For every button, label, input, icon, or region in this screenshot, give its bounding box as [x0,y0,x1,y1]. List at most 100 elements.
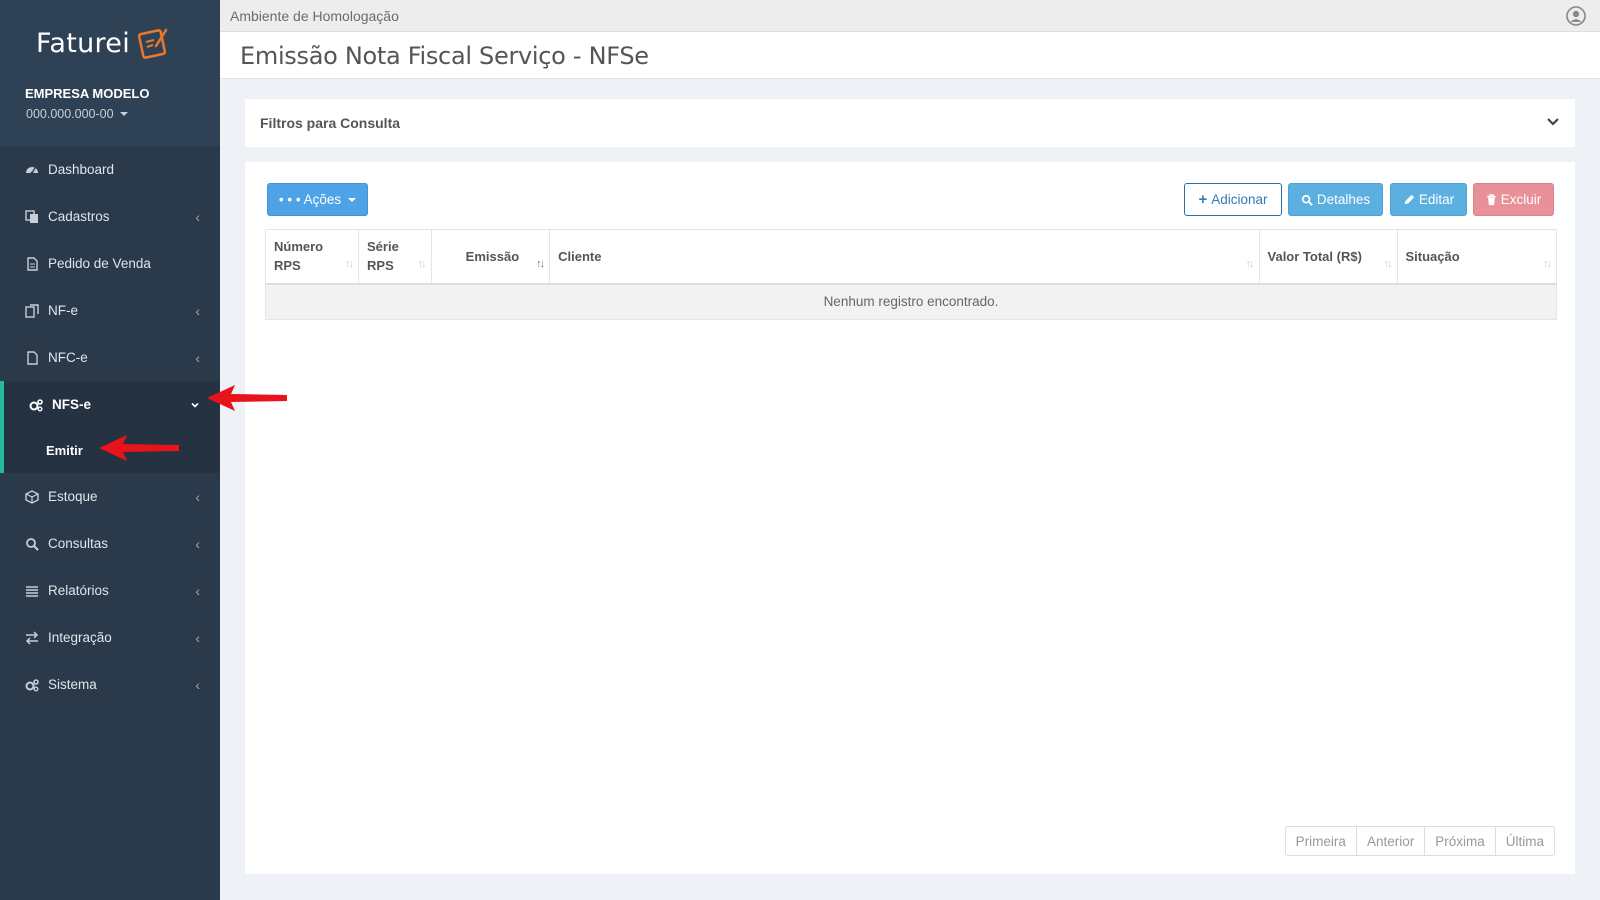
docs-icon [25,303,39,318]
plus-icon: + [1198,191,1208,208]
copy-icon [25,209,39,224]
details-label: Detalhes [1316,192,1371,207]
chevron-left-icon: ‹ [195,629,200,646]
column-header-valor-total[interactable]: Valor Total (R$) ↑↓ [1258,229,1398,285]
sidebar-item-consultas[interactable]: Consultas ‹ [0,520,220,567]
caret-down-icon [119,112,128,116]
sidebar-menu: Dashboard Cadastros ‹ Pedido de Venda NF… [0,146,220,708]
sort-desc-icon: ↑↓ [536,257,545,270]
table-row: Nenhum registro encontrado. [265,283,1557,320]
page-title: Emissão Nota Fiscal Serviço - NFSe [240,42,649,70]
logo[interactable]: Faturei [36,26,170,60]
column-header-emissao[interactable]: Emissão ↑↓ [430,229,551,285]
chevron-down-icon[interactable] [1545,113,1561,129]
chevron-left-icon: ‹ [195,535,200,552]
details-button[interactable]: Detalhes [1288,183,1383,216]
pagination-last[interactable]: Última [1494,827,1554,855]
add-label: Adicionar [1211,192,1268,207]
sidebar-item-label: Estoque [48,489,98,504]
file-icon [25,350,39,365]
delete-label: Excluir [1500,192,1542,207]
search-icon [25,537,39,551]
brand-area: Faturei EMPRESA MODELO 000.000.000-00 [0,0,220,146]
logo-text: Faturei [36,27,131,59]
sidebar-item-estoque[interactable]: Estoque ‹ [0,473,220,520]
edit-button[interactable]: Editar [1390,183,1467,216]
sort-icon: ↑↓ [1543,257,1552,270]
annotation-arrow-icon [99,435,179,461]
pagination-first[interactable]: Primeira [1285,827,1356,855]
sort-icon: ↑↓ [417,257,427,270]
chevron-left-icon: ‹ [195,488,200,505]
caret-down-icon [348,197,357,202]
sidebar-item-nfce[interactable]: NFC-e ‹ [0,334,220,381]
chevron-left-icon: ‹ [195,349,200,366]
sidebar-item-dashboard[interactable]: Dashboard [0,146,220,193]
actions-dropdown-button[interactable]: • • • Ações [267,183,368,216]
sidebar-item-label: NFC-e [48,350,88,365]
annotation-arrow-icon [207,385,287,411]
search-icon [1301,194,1313,206]
add-button[interactable]: + Adicionar [1184,183,1282,216]
nfse-table: Número RPS ↑↓ Série RPS ↑↓ Emissão ↑↓ Cl… [264,229,1557,320]
company-selector[interactable]: 000.000.000-00 [26,107,128,121]
empty-table-message: Nenhum registro encontrado. [265,283,1557,320]
column-label: Situação [1405,248,1460,264]
actions-label: • • • Ações [278,192,342,207]
sidebar-item-relatorios[interactable]: Relatórios ‹ [0,567,220,614]
gears-icon [29,398,43,412]
sidebar-item-label: Relatórios [48,583,109,598]
sidebar-item-label: NFS-e [52,397,92,412]
results-panel: • • • Ações + Adicionar Detalhes Editar … [245,162,1575,874]
sidebar-item-label: Sistema [48,677,97,692]
sidebar-item-cadastros[interactable]: Cadastros ‹ [0,193,220,240]
filter-panel[interactable]: Filtros para Consulta [245,99,1575,147]
column-label: Valor Total (R$) [1267,248,1362,264]
sort-icon: ↑↓ [1383,257,1393,270]
chevron-down-icon [190,397,200,413]
company-name: EMPRESA MODELO [25,86,150,101]
logo-mark-icon [137,28,168,59]
column-header-numero-rps[interactable]: Número RPS ↑↓ [264,229,360,285]
column-label: Número RPS [274,239,324,274]
sidebar-item-nfe[interactable]: NF-e ‹ [0,287,220,334]
list-icon [25,584,39,598]
column-label: Cliente [558,248,602,264]
column-label: Emissão [465,248,520,264]
sidebar-item-nfse[interactable]: NFS-e [0,381,220,428]
cube-icon [25,489,39,504]
delete-button[interactable]: Excluir [1473,183,1554,216]
column-header-situacao[interactable]: Situação ↑↓ [1396,229,1557,285]
sidebar-item-label: Consultas [48,536,109,551]
pagination-next[interactable]: Próxima [1424,827,1495,855]
sort-icon: ↑↓ [345,257,354,270]
pagination-previous[interactable]: Anterior [1355,827,1425,855]
sidebar-item-label: NF-e [48,303,78,318]
chevron-left-icon: ‹ [195,676,200,693]
sidebar-item-label: Dashboard [48,162,115,177]
sidebar-item-label: Integração [48,630,112,645]
top-bar: Ambiente de Homologação [220,0,1600,32]
title-bar: Emissão Nota Fiscal Serviço - NFSe [220,32,1600,79]
document-icon [25,256,39,271]
environment-label: Ambiente de Homologação [230,8,399,24]
trash-icon [1486,193,1496,205]
exchange-icon [25,630,39,645]
column-header-serie-rps[interactable]: Série RPS ↑↓ [358,229,432,285]
pencil-icon [1404,194,1415,204]
sidebar-item-label: Pedido de Venda [48,256,151,271]
chevron-left-icon: ‹ [195,208,200,225]
edit-label: Editar [1418,192,1455,207]
company-id: 000.000.000-00 [26,107,114,121]
user-avatar-icon[interactable] [1566,6,1586,26]
sort-icon: ↑↓ [1245,257,1255,270]
column-label: Série RPS [367,239,399,274]
chevron-left-icon: ‹ [195,302,200,319]
sidebar-item-integracao[interactable]: Integração ‹ [0,614,220,661]
column-header-cliente[interactable]: Cliente ↑↓ [549,229,1260,285]
sidebar-item-pedido-de-venda[interactable]: Pedido de Venda [0,240,220,287]
sidebar-item-label: Cadastros [48,209,110,224]
pagination: Primeira Anterior Próxima Última [1284,826,1555,856]
sidebar-item-sistema[interactable]: Sistema ‹ [0,661,220,708]
filter-panel-title: Filtros para Consulta [260,115,401,131]
